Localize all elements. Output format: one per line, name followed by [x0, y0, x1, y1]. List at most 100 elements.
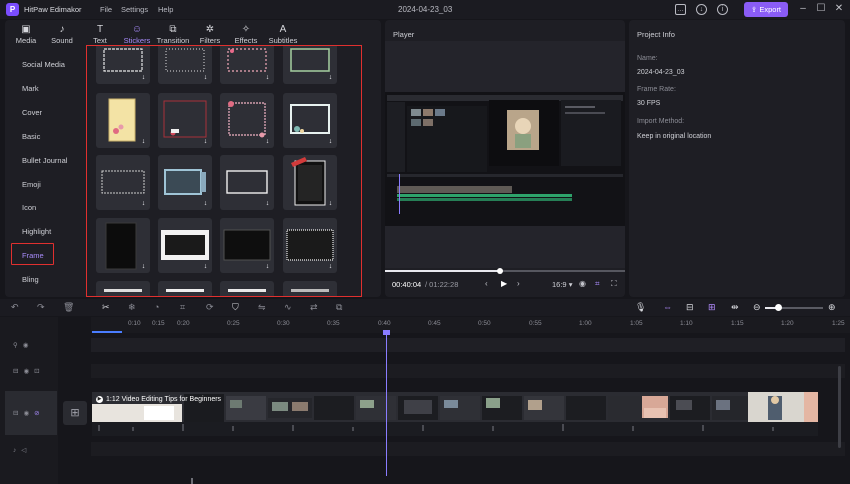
undo-icon[interactable]: ↶: [11, 302, 19, 313]
sticker-frame-tile[interactable]: [220, 281, 274, 296]
text-track[interactable]: [91, 364, 845, 378]
tab-filters[interactable]: ✲ Filters: [193, 24, 227, 46]
sticker-frame-tile[interactable]: ↓: [158, 46, 212, 84]
download-icon[interactable]: ↓: [202, 200, 209, 207]
sticker-frame-tile[interactable]: [158, 281, 212, 296]
sticker-frame-tile[interactable]: ↓: [220, 218, 274, 273]
maximize-icon[interactable]: ☐: [815, 3, 827, 15]
speed-icon[interactable]: ◔: [154, 302, 159, 312]
sticker-frame-tile[interactable]: ↓: [96, 218, 150, 273]
crop-icon[interactable]: ⌗: [595, 279, 600, 289]
category-social-media[interactable]: Social Media: [22, 60, 65, 69]
download-icon[interactable]: ↓: [696, 4, 707, 15]
sticker-frame-tile[interactable]: ↓: [283, 93, 337, 148]
previous-frame-icon[interactable]: ‹: [485, 279, 488, 288]
audio-track[interactable]: [91, 442, 845, 456]
export-button[interactable]: ⇪ Export: [744, 2, 788, 17]
split-icon[interactable]: ✂: [102, 302, 110, 313]
audio-track-controls[interactable]: ♪◁: [13, 446, 31, 454]
magnet-icon[interactable]: ⊞: [708, 302, 716, 313]
link-icon[interactable]: ⇔: [663, 302, 672, 312]
close-icon[interactable]: ✕: [833, 3, 845, 15]
playhead[interactable]: [386, 330, 387, 476]
video-preview[interactable]: [385, 92, 625, 226]
fit-icon[interactable]: ⇹: [731, 302, 739, 313]
rotate-icon[interactable]: ⟳: [206, 302, 214, 313]
play-icon[interactable]: ▶: [501, 279, 507, 288]
category-emoji[interactable]: Emoji: [22, 180, 41, 189]
tab-effects[interactable]: ✧ Effects: [229, 24, 263, 46]
clip-play-icon[interactable]: ▶: [96, 396, 103, 403]
category-bling[interactable]: Bling: [22, 275, 39, 284]
delete-icon[interactable]: 🗑: [63, 302, 74, 313]
zoom-out-icon[interactable]: ⊖: [753, 302, 761, 313]
add-media-button[interactable]: ⊞: [63, 401, 87, 425]
aspect-ratio-dropdown[interactable]: 16:9 ▾: [552, 280, 572, 289]
download-icon[interactable]: ↓: [202, 74, 209, 81]
feedback-icon[interactable]: …: [675, 4, 686, 15]
sticker-frame-tile[interactable]: ↓: [220, 93, 274, 148]
download-icon[interactable]: ↓: [327, 138, 334, 145]
tab-text[interactable]: T Text: [83, 24, 117, 46]
microphone-icon[interactable]: 🎙: [635, 302, 646, 313]
download-icon[interactable]: ↓: [327, 74, 334, 81]
redo-icon[interactable]: ↷: [37, 302, 45, 313]
download-icon[interactable]: ↓: [202, 263, 209, 270]
sticker-frame-tile[interactable]: ↓: [283, 218, 337, 273]
download-icon[interactable]: ↓: [140, 200, 147, 207]
mute-icon[interactable]: ⊘: [34, 410, 44, 417]
snapshot-icon[interactable]: ◉: [579, 279, 586, 288]
download-icon[interactable]: ↓: [264, 74, 271, 81]
sticker-frame-tile[interactable]: ↓: [96, 93, 150, 148]
download-icon[interactable]: ↓: [264, 138, 271, 145]
category-bullet-journal[interactable]: Bullet Journal: [22, 156, 67, 165]
reverse-icon[interactable]: ⇄: [310, 302, 318, 313]
info-icon[interactable]: i: [717, 4, 728, 15]
download-icon[interactable]: ↓: [264, 263, 271, 270]
sticker-frame-tile[interactable]: ↓: [96, 155, 150, 210]
zoom-slider-handle[interactable]: [775, 304, 782, 311]
tab-subtitles[interactable]: A Subtitles: [266, 24, 300, 46]
menu-settings[interactable]: Settings: [121, 5, 148, 14]
text-track-controls[interactable]: ⊟◉⊡: [13, 367, 45, 375]
timeline-horizontal-scrollbar[interactable]: [191, 478, 193, 484]
sticker-frame-tile[interactable]: ↓: [220, 46, 274, 84]
main-track-controls[interactable]: ⊟◉⊘: [13, 409, 45, 417]
sticker-frame-tile[interactable]: [283, 281, 337, 296]
category-highlight[interactable]: Highlight: [22, 227, 51, 236]
freeze-icon[interactable]: ❄: [128, 302, 136, 313]
menu-file[interactable]: File: [100, 5, 112, 14]
download-icon[interactable]: ↓: [202, 138, 209, 145]
mirror-icon[interactable]: ⇋: [258, 302, 266, 313]
sticker-frame-tile[interactable]: ↓: [158, 93, 212, 148]
tab-sound[interactable]: ♪ Sound: [45, 24, 79, 46]
category-frame[interactable]: Frame: [22, 251, 44, 260]
audio-icon[interactable]: ∿: [284, 302, 292, 313]
export-clip-icon[interactable]: ⧉: [336, 302, 342, 313]
shield-icon[interactable]: ⛉: [232, 302, 239, 313]
category-basic[interactable]: Basic: [22, 132, 40, 141]
download-icon[interactable]: ↓: [140, 263, 147, 270]
minimize-icon[interactable]: –: [797, 3, 809, 15]
next-frame-icon[interactable]: ›: [517, 279, 520, 288]
sticker-frame-tile[interactable]: ↓: [158, 155, 212, 210]
timeline-vertical-scrollbar[interactable]: [838, 366, 841, 448]
tab-transition[interactable]: ⧉ Transition: [156, 24, 190, 46]
category-cover[interactable]: Cover: [22, 108, 42, 117]
sticker-frame-tile[interactable]: ↓: [283, 155, 337, 210]
sticker-frame-tile[interactable]: ↓: [158, 218, 212, 273]
tab-stickers[interactable]: ☺ Stickers: [120, 24, 154, 46]
zoom-in-icon[interactable]: ⊕: [828, 302, 836, 313]
sticker-track-controls[interactable]: ⚲◉: [13, 341, 33, 349]
sticker-frame-tile[interactable]: ↓: [96, 46, 150, 84]
sticker-track[interactable]: [91, 338, 845, 352]
sticker-frame-tile[interactable]: ↓: [283, 46, 337, 84]
snap-icon[interactable]: ⊟: [686, 302, 694, 313]
menu-help[interactable]: Help: [158, 5, 173, 14]
download-icon[interactable]: ↓: [140, 138, 147, 145]
fullscreen-icon[interactable]: ⛶: [611, 279, 617, 289]
category-mark[interactable]: Mark: [22, 84, 39, 93]
tab-media[interactable]: ▣ Media: [9, 24, 43, 46]
download-icon[interactable]: ↓: [327, 263, 334, 270]
download-icon[interactable]: ↓: [264, 200, 271, 207]
